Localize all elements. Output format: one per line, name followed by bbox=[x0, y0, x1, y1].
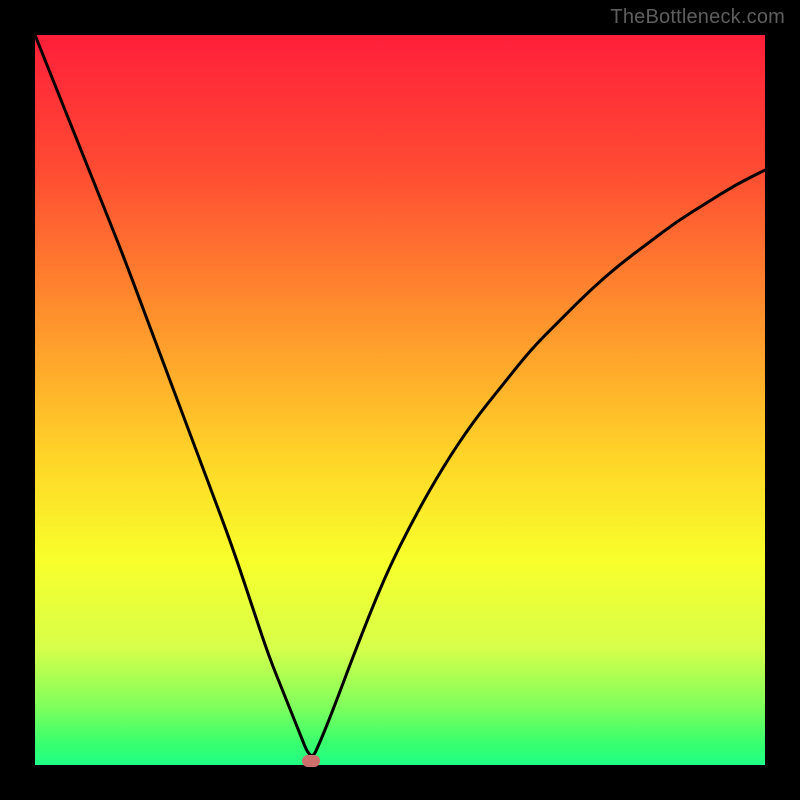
chart-canvas: TheBottleneck.com bbox=[0, 0, 800, 800]
minimum-marker bbox=[302, 755, 320, 767]
attribution-text: TheBottleneck.com bbox=[610, 6, 785, 29]
plot-area bbox=[35, 35, 765, 765]
bottleneck-curve bbox=[35, 35, 765, 765]
